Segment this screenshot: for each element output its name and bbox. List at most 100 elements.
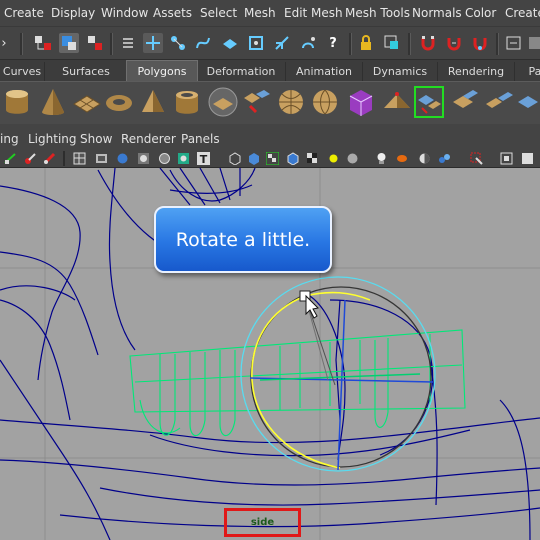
tab-animation[interactable]: Animation — [286, 62, 363, 81]
cone-icon[interactable] — [38, 86, 68, 118]
history-icon[interactable] — [504, 33, 524, 53]
menu-window[interactable]: Window — [101, 6, 148, 20]
menu-mesh-tools[interactable]: Mesh Tools — [345, 6, 410, 20]
soccer-ball-icon[interactable] — [276, 86, 306, 118]
menu-assets[interactable]: Assets — [153, 6, 192, 20]
bulb-icon[interactable] — [375, 152, 388, 165]
sphere-icon[interactable] — [208, 86, 238, 118]
cylinder-icon[interactable] — [2, 86, 32, 118]
wire-icon[interactable] — [116, 152, 129, 165]
menu-edit-mesh[interactable]: Edit Mesh — [284, 6, 343, 20]
sphere-alt2-icon[interactable] — [346, 86, 376, 118]
separator — [110, 33, 113, 55]
prism-icon[interactable] — [414, 86, 444, 118]
select-icon[interactable] — [382, 33, 402, 53]
tutorial-callout: Rotate a little. — [154, 206, 332, 273]
xray-icon[interactable] — [158, 152, 171, 165]
shelf-tabs: Curves Surfaces Polygons Deformation Ani… — [0, 59, 540, 83]
camera-label-highlight: side — [224, 508, 301, 537]
cube-shade-icon[interactable] — [247, 152, 260, 165]
sun-icon[interactable] — [327, 152, 340, 165]
panel-menu-lighting[interactable]: Lighting — [28, 132, 77, 146]
magnet-live-icon[interactable] — [298, 33, 318, 53]
fish-icon[interactable] — [396, 152, 409, 165]
help-icon[interactable]: ? — [323, 33, 343, 53]
panel-toolbar: T — [0, 151, 540, 168]
sphere-icon[interactable] — [346, 152, 359, 165]
menu-create[interactable]: Create — [4, 6, 44, 20]
panel-menu-renderer[interactable]: Renderer — [121, 132, 176, 146]
plane-icon[interactable] — [72, 86, 102, 118]
magnet-a-icon[interactable] — [418, 33, 438, 53]
tab-surfaces[interactable]: Surfaces — [45, 62, 128, 81]
select-icon[interactable] — [470, 152, 483, 165]
snap-point-icon[interactable] — [193, 33, 213, 53]
menu-normals[interactable]: Normals — [412, 6, 462, 20]
tab-deformation[interactable]: Deformation — [197, 62, 286, 81]
select-by-hierarchy-icon[interactable] — [33, 33, 53, 53]
bridge-icon[interactable] — [484, 86, 514, 118]
cube-a-icon[interactable] — [500, 152, 513, 165]
text-icon[interactable]: T — [197, 152, 210, 165]
tab-rendering[interactable]: Rendering — [438, 62, 515, 81]
brush-icon[interactable] — [43, 152, 56, 165]
main-menubar: Create Display Window Assets Select Mesh… — [0, 0, 540, 26]
camera-icon[interactable] — [4, 152, 17, 165]
film-icon[interactable] — [95, 152, 108, 165]
menu-select[interactable]: Select — [200, 6, 237, 20]
extrude-icon[interactable] — [450, 86, 480, 118]
half-icon[interactable] — [418, 152, 431, 165]
select-by-object-icon[interactable] — [59, 33, 79, 53]
platonic-icon[interactable] — [382, 86, 412, 118]
magnet-c-icon[interactable] — [470, 33, 490, 53]
tab-pa[interactable]: Pa — [515, 62, 540, 81]
pyramid-icon[interactable] — [138, 86, 168, 118]
append-icon[interactable] — [516, 86, 540, 118]
chevron-icon[interactable]: › — [0, 33, 14, 53]
snap-live-icon[interactable] — [272, 33, 292, 53]
panel-menubar: ing Lighting Show Renderer Panels — [0, 124, 540, 151]
move-snap-icon[interactable] — [143, 33, 163, 53]
tab-polygons[interactable]: Polygons — [126, 60, 198, 83]
tab-curves[interactable]: Curves — [0, 62, 45, 81]
tab-dynamics[interactable]: Dynamics — [363, 62, 438, 81]
tool-icon[interactable] — [24, 152, 37, 165]
menu-mesh[interactable]: Mesh — [244, 6, 276, 20]
cube-icon[interactable] — [242, 86, 272, 118]
magnet-b-icon[interactable] — [444, 33, 464, 53]
pipe-icon[interactable] — [172, 86, 202, 118]
cube-tex-icon[interactable] — [286, 152, 299, 165]
select-by-component-icon[interactable] — [85, 33, 105, 53]
menu-create-2[interactable]: Create — [505, 6, 540, 20]
separator — [408, 33, 411, 55]
smooth-icon[interactable] — [137, 152, 150, 165]
texture-icon[interactable] — [177, 152, 190, 165]
menu-display[interactable]: Display — [51, 6, 95, 20]
render-icon[interactable] — [526, 33, 540, 53]
sphere-alt-icon[interactable] — [310, 86, 340, 118]
checker-flag-icon[interactable] — [306, 152, 319, 165]
snap-plane-icon[interactable] — [220, 33, 240, 53]
menu-color[interactable]: Color — [465, 6, 496, 20]
beads-icon[interactable] — [438, 152, 451, 165]
snap-curve-icon[interactable] — [168, 33, 188, 53]
grid-icon[interactable] — [73, 152, 86, 165]
cube-wire-icon[interactable] — [228, 152, 241, 165]
separator — [349, 33, 352, 55]
panel-menu-shading[interactable]: ing — [0, 132, 19, 146]
panel-menu-show[interactable]: Show — [80, 132, 112, 146]
separator — [496, 33, 499, 55]
polygon-shelf — [0, 81, 540, 125]
snap-view-icon[interactable] — [246, 33, 266, 53]
camera-label: side — [250, 517, 275, 528]
lock-icon[interactable] — [356, 33, 376, 53]
torus-icon[interactable] — [104, 86, 134, 118]
panel-menu-panels[interactable]: Panels — [181, 132, 220, 146]
separator — [63, 151, 65, 166]
mouse-cursor-icon — [305, 294, 320, 319]
menu-collapse-icon[interactable] — [118, 33, 138, 53]
cube-b-icon[interactable] — [521, 152, 534, 165]
callout-text: Rotate a little. — [175, 228, 311, 251]
svg-text:T: T — [200, 153, 208, 165]
checker-icon[interactable] — [266, 152, 279, 165]
